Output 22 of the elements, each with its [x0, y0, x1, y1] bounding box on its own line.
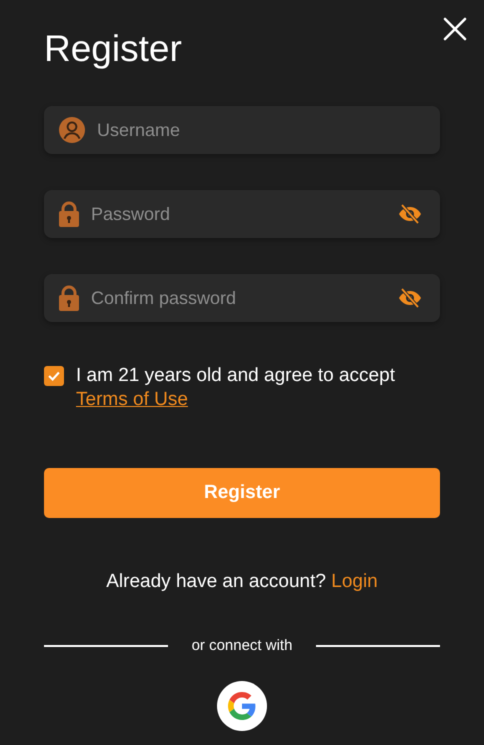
text-input[interactable]: Confirm password [91, 284, 386, 312]
text-input[interactable]: Username [97, 116, 422, 144]
login-link[interactable]: Login [331, 571, 378, 592]
agree-checkbox[interactable] [44, 366, 64, 386]
agreement-text: I am 21 years old and agree to accept Terms of Use [76, 364, 396, 412]
username-field[interactable]: Username [44, 106, 440, 154]
check-icon [47, 369, 61, 383]
lock-icon [59, 201, 79, 227]
lock-icon [59, 285, 79, 311]
password-field[interactable]: Password [44, 190, 440, 238]
terms-link[interactable]: Terms of Use [76, 389, 188, 410]
user-icon [59, 117, 85, 143]
password-field[interactable]: Confirm password [44, 274, 440, 322]
google-login-button[interactable] [217, 681, 267, 731]
form-title: Register [44, 28, 182, 70]
google-logo-icon [228, 692, 256, 720]
eye-slash-icon[interactable] [398, 286, 422, 310]
close-button[interactable] [442, 16, 468, 42]
divider-label: or connect with [192, 636, 292, 656]
text-input[interactable]: Password [91, 200, 386, 228]
login-prompt: Already have an account? Login [106, 571, 378, 592]
eye-slash-icon[interactable] [398, 202, 422, 226]
